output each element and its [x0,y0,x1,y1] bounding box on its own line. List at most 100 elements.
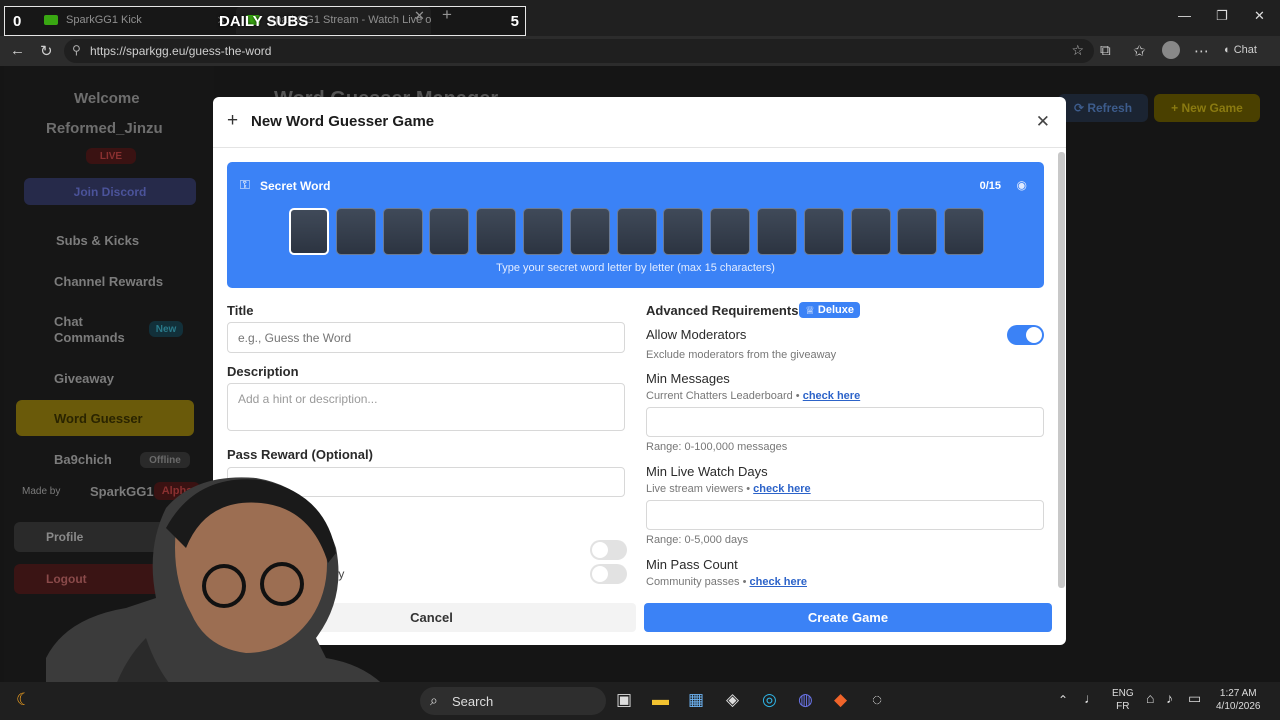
favorites-icon[interactable]: ✩ [1133,42,1146,60]
letter-box-7[interactable] [569,208,610,255]
close-window-icon[interactable]: ✕ [1254,8,1265,24]
copilot-chat-button[interactable]: ◐ Chat [1224,44,1257,56]
microphone-icon[interactable]: ♩ [1084,690,1098,706]
description-label: Description [227,364,299,379]
secret-word-label: Secret Word [260,179,331,193]
refresh-button[interactable]: ⟳ Refresh [1058,94,1148,122]
sidebar-item-channel-rewards[interactable]: Channel Rewards [54,274,163,289]
file-explorer-icon[interactable]: ▬ [652,690,669,710]
advanced-requirements-label: Advanced Requirements [646,303,799,318]
favorite-star-icon[interactable]: ☆ [1071,42,1084,59]
min-messages-sub: Current Chatters Leaderboard • check her… [646,390,860,402]
min-watch-days-sub: Live stream viewers • check here [646,483,811,495]
letter-box-2[interactable] [335,208,376,255]
clock[interactable]: 1:27 AM 4/10/2026 [1216,687,1261,713]
minimize-icon[interactable]: — [1178,8,1191,23]
url-text: https://sparkgg.eu/guess-the-word [90,44,272,58]
description-placeholder: Add a hint or description... [238,392,378,406]
volume-icon[interactable]: ♪ [1166,690,1173,706]
min-watch-days-range: Range: 0-5,000 days [646,534,749,546]
sidebar-item-subs-kicks[interactable]: Subs & Kicks [56,233,139,248]
check-here-link[interactable]: check here [753,483,810,495]
allow-moderators-toggle[interactable] [1007,325,1044,345]
username: Reformed_Jinzu [46,120,163,137]
store-icon[interactable]: ▦ [688,690,704,710]
extensions-icon[interactable]: ⧉ [1100,42,1111,59]
language-indicator[interactable]: ENG FR [1112,687,1134,713]
tray-chevron-icon[interactable]: ⌃ [1058,693,1068,707]
pass-reward-label: Pass Reward (Optional) [227,447,373,462]
sidebar-item-word-guesser[interactable]: Word Guesser [16,400,194,436]
more-menu-icon[interactable]: ⋯ [1194,42,1209,60]
battery-icon[interactable]: ▭ [1188,690,1201,707]
option-toggle-2[interactable] [590,564,627,584]
discord-icon[interactable]: ◍ [798,690,813,710]
taskbar-search[interactable]: ⌕ Search [420,687,606,715]
lang-bottom: FR [1116,701,1130,712]
title-label: Title [227,303,254,318]
letter-box-9[interactable] [663,208,704,255]
letter-box-3[interactable] [382,208,423,255]
letter-box-8[interactable] [616,208,657,255]
option-toggle-1[interactable] [590,540,627,560]
check-here-link[interactable]: check here [803,390,860,402]
create-game-button[interactable]: Create Game [644,603,1052,632]
allow-moderators-label: Allow Moderators [646,327,747,342]
site-info-icon[interactable]: ⚲ [72,43,81,57]
modal-scrollbar[interactable] [1058,152,1065,588]
new-game-button[interactable]: + New Game [1154,94,1260,122]
join-discord-button[interactable]: Join Discord [24,178,196,205]
url-field[interactable]: ⚲ https://sparkgg.eu/guess-the-word ☆ [64,39,1094,63]
letter-box-4[interactable] [429,208,470,255]
steam-icon[interactable]: ◌ [872,690,882,710]
reload-icon[interactable]: ↻ [40,42,53,60]
app-icon[interactable]: ◈ [726,690,739,710]
description-input[interactable]: Add a hint or description... [227,383,625,431]
task-view-icon[interactable]: ▣ [616,690,632,710]
sidebar-item-giveaway[interactable]: Giveaway [54,371,114,386]
sidebar-item-ba9chich[interactable]: Ba9chich [54,452,112,467]
min-watch-days-label: Min Live Watch Days [646,464,768,479]
new-game-label: New Game [1181,101,1243,115]
lang-top: ENG [1112,688,1134,699]
check-here-link[interactable]: check here [750,576,807,588]
profile-avatar-icon[interactable] [1162,41,1180,59]
letter-box-13[interactable] [850,208,891,255]
min-watch-days-sub-text: Live stream viewers • [646,483,751,495]
letter-box-14[interactable] [897,208,938,255]
stream-overlay-box: 0 DAILY SUBS 5 [4,6,526,36]
live-badge: LIVE [86,148,136,164]
eye-icon[interactable]: ◉ [1017,178,1027,192]
sidebar-item-chat-commands[interactable]: Chat Commands [54,314,134,346]
letter-box-10[interactable] [710,208,751,255]
toggle-knob [592,566,608,582]
network-icon[interactable]: ⌂ [1146,690,1154,706]
letter-box-15[interactable] [944,208,985,255]
min-watch-days-input[interactable] [646,500,1044,530]
min-pass-count-label: Min Pass Count [646,557,738,572]
letter-box-1[interactable] [289,208,329,255]
overlay-left-count: 0 [13,13,22,30]
back-icon[interactable]: ← [10,42,25,59]
weather-icon[interactable]: ☾ [16,690,31,710]
title-input[interactable] [227,322,625,353]
close-icon[interactable]: ✕ [1036,112,1050,132]
taskbar: ☾ ⌕ Search ▣ ▬ ▦ ◈ ◎ ◍ ◆ ◌ ⌃ ♩ ENG FR ⌂ … [0,682,1280,720]
min-pass-count-sub-text: Community passes • [646,576,747,588]
deluxe-badge: ♕ Deluxe [799,302,860,318]
toggle-knob [592,542,608,558]
letter-box-5[interactable] [476,208,517,255]
edge-icon[interactable]: ◎ [762,690,777,710]
letter-box-12[interactable] [803,208,844,255]
key-icon: ⚿ [240,177,250,192]
maximize-icon[interactable]: ❐ [1216,8,1228,24]
modal-title: New Word Guesser Game [251,113,435,130]
min-messages-input[interactable] [646,407,1044,437]
brave-icon[interactable]: ◆ [834,690,847,710]
min-messages-label: Min Messages [646,371,730,386]
letter-box-6[interactable] [523,208,563,255]
letter-box-11[interactable] [757,208,797,255]
plus-icon: + [227,110,239,131]
new-badge: New [149,321,183,337]
min-messages-range: Range: 0-100,000 messages [646,441,788,453]
